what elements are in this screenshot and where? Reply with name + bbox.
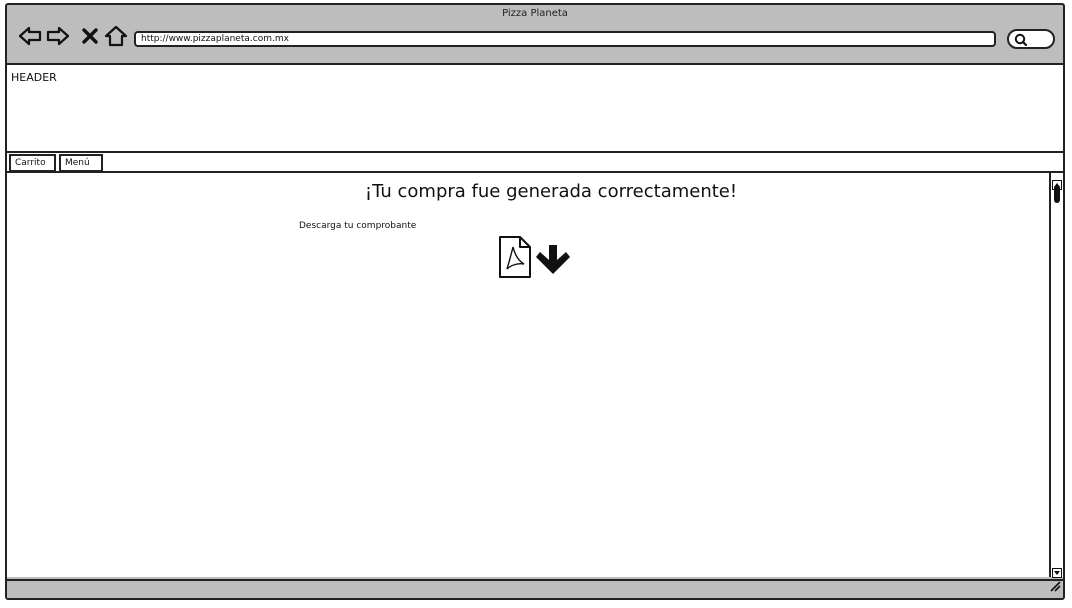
resize-grip-icon[interactable] — [1049, 577, 1061, 596]
close-x-icon — [79, 23, 101, 49]
window-title: Pizza Planeta — [502, 8, 568, 19]
tab-bar: Carrito Menú — [7, 153, 1063, 173]
pdf-file-icon[interactable] — [497, 235, 533, 283]
download-label: Descarga tu comprobante — [299, 221, 417, 231]
tab-carrito[interactable]: Carrito — [9, 154, 56, 172]
vertical-scrollbar[interactable] — [1049, 173, 1063, 578]
status-bar — [7, 579, 1063, 598]
forward-button[interactable] — [45, 23, 71, 49]
back-button[interactable] — [17, 23, 43, 49]
forward-arrow-icon — [45, 23, 71, 49]
home-button[interactable] — [103, 23, 129, 49]
tab-menu[interactable]: Menú — [59, 154, 103, 172]
url-bar[interactable]: http://www.pizzaplaneta.com.mx — [134, 31, 996, 47]
page-header: HEADER — [7, 65, 1063, 153]
stop-button[interactable] — [79, 23, 101, 49]
header-label: HEADER — [11, 71, 57, 84]
page-title: ¡Tu compra fue generada correctamente! — [364, 181, 738, 202]
scroll-thumb[interactable] — [1054, 185, 1060, 203]
search-button[interactable] — [1007, 29, 1055, 49]
browser-window: Pizza Planeta http://www.pizzaplaneta.co — [5, 3, 1065, 600]
download-arrow-icon[interactable] — [535, 243, 571, 281]
home-icon — [103, 23, 129, 49]
back-arrow-icon — [17, 23, 43, 49]
main-content: ¡Tu compra fue generada correctamente! D… — [7, 173, 1049, 577]
